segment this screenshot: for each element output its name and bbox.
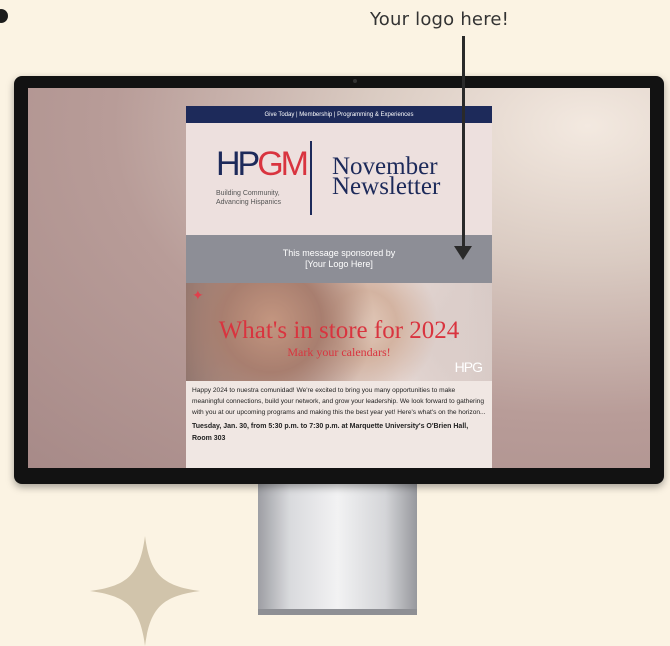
camera-icon bbox=[353, 79, 357, 83]
four-point-star-icon bbox=[90, 536, 200, 646]
monitor-screen: Give Today | Membership | Programming & … bbox=[28, 88, 650, 468]
newsletter-header: HPGM Building Community, Advancing Hispa… bbox=[186, 123, 492, 235]
sponsor-line-1: This message sponsored by bbox=[282, 248, 396, 258]
event-details: Tuesday, Jan. 30, from 5:30 p.m. to 7:30… bbox=[192, 423, 469, 442]
logo-part-1: HP bbox=[216, 145, 260, 183]
logo-part-2: GM bbox=[257, 145, 309, 183]
title-line-2: Newsletter bbox=[332, 173, 441, 200]
newsletter: Give Today | Membership | Programming & … bbox=[186, 106, 492, 468]
logo-tagline: Building Community, Advancing Hispanics bbox=[216, 190, 281, 206]
decorative-dot bbox=[0, 9, 8, 23]
newsletter-body: Happy 2024 to nuestra comunidad! We're e… bbox=[186, 381, 492, 445]
monitor-stand bbox=[258, 482, 417, 615]
hpgm-logo: HPGM bbox=[216, 147, 309, 181]
hero-subline: Mark your calendars! bbox=[287, 345, 391, 359]
logo-callout-label: Your logo here! bbox=[370, 9, 510, 30]
hero-image: ✦ What's in store for 2024 Mark your cal… bbox=[186, 283, 492, 381]
monitor-bezel: Give Today | Membership | Programming & … bbox=[14, 76, 664, 484]
arrow-head bbox=[454, 246, 472, 260]
intro-paragraph: Happy 2024 to nuestra comunidad! We're e… bbox=[192, 387, 486, 416]
newsletter-title: November Newsletter bbox=[332, 154, 441, 200]
sponsor-line-2: [Your Logo Here] bbox=[305, 259, 373, 269]
sparkle-icon: ✦ bbox=[192, 287, 204, 303]
sponsor-banner: This message sponsored by [Your Logo Her… bbox=[186, 235, 492, 283]
hero-logo: HPG bbox=[454, 359, 483, 375]
hero-headline: What's in store for 2024 bbox=[218, 317, 460, 344]
header-divider bbox=[310, 141, 312, 215]
newsletter-nav-links[interactable]: Give Today | Membership | Programming & … bbox=[186, 106, 492, 123]
down-arrow-icon bbox=[462, 36, 465, 250]
